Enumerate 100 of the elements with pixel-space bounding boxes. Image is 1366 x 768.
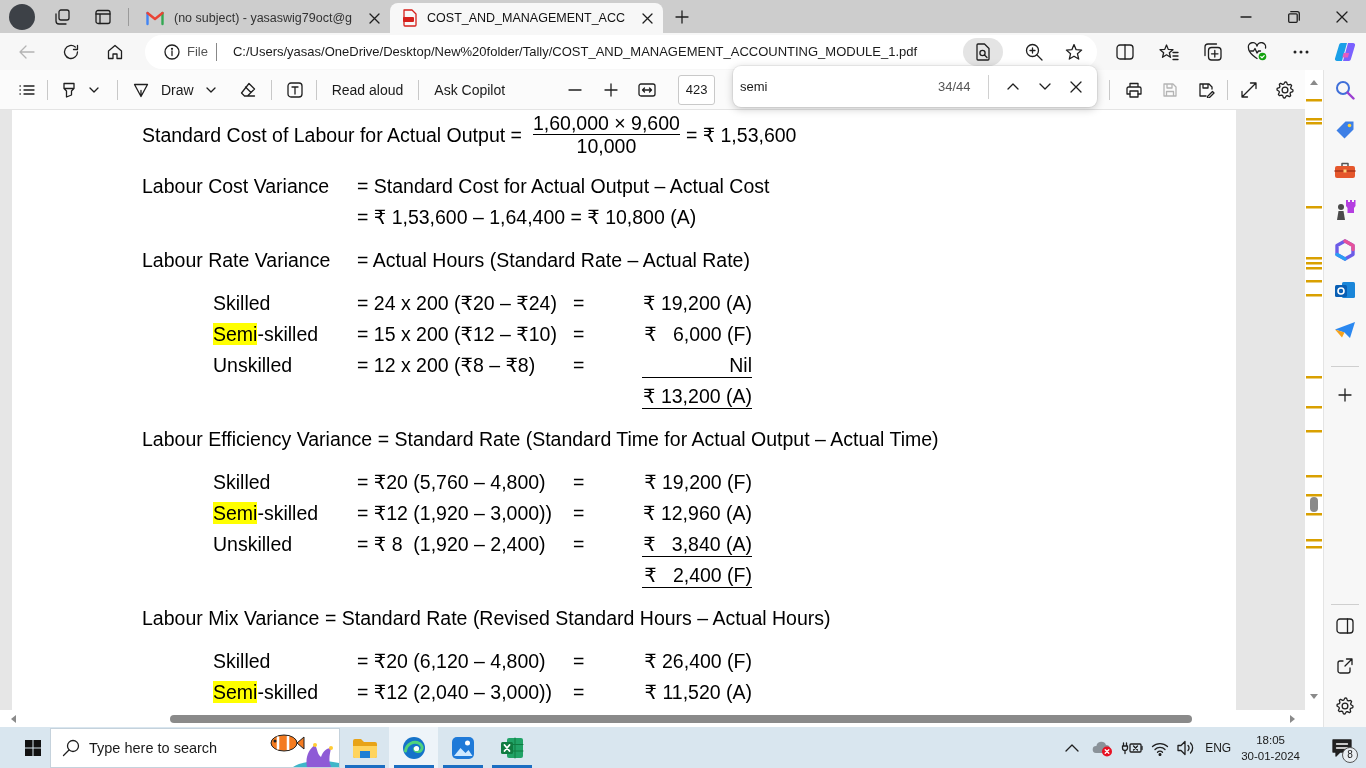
taskbar-app-button[interactable]: [389, 727, 438, 768]
print-icon[interactable]: [1125, 81, 1143, 98]
settings-icon[interactable]: [1336, 697, 1354, 715]
row-formula: = 24 x 200 (₹20 – ₹24): [357, 292, 557, 315]
row-label: Unskilled: [213, 354, 293, 377]
battery-plug-icon[interactable]: [1121, 739, 1144, 756]
browser-tab[interactable]: COST_AND_MANAGEMENT_ACC: [390, 3, 663, 33]
formula-result: = ₹ 1,53,600: [685, 123, 797, 146]
toolbox-icon[interactable]: [1334, 161, 1356, 179]
collections-icon[interactable]: [1204, 42, 1222, 61]
favorites-icon[interactable]: [1159, 42, 1179, 61]
browser-tab[interactable]: (no subject) - yasaswig79oct@g: [133, 3, 391, 33]
row-formula: = ₹20 (5,760 – 4,800): [357, 471, 546, 494]
avatar[interactable]: [9, 3, 35, 30]
chevron-down-icon[interactable]: [89, 86, 99, 93]
minimize-icon[interactable]: [1240, 15, 1252, 18]
chevron-up-icon[interactable]: [1006, 83, 1019, 90]
vertical-scrollbar[interactable]: [1305, 70, 1323, 727]
row-label: Semi-skilled: [213, 681, 319, 704]
start-icon[interactable]: [25, 739, 41, 756]
chevron-down-icon[interactable]: [1038, 83, 1051, 90]
folder-icon: [351, 736, 378, 759]
split-screen-icon[interactable]: [1116, 43, 1134, 60]
chevron-up-icon[interactable]: [1065, 743, 1080, 752]
total-amount: ₹ 2,400 (F): [642, 563, 752, 588]
match-marker: [1306, 430, 1322, 433]
pen-nib-icon: [133, 81, 149, 98]
expand-icon[interactable]: [1241, 81, 1257, 98]
scroll-up-arrow-icon[interactable]: [1310, 80, 1318, 85]
plus-icon[interactable]: [604, 82, 619, 97]
star-icon[interactable]: [1065, 42, 1083, 61]
eraser-icon[interactable]: [239, 81, 256, 98]
equals-sign: =: [573, 502, 585, 525]
speaker-icon[interactable]: [1177, 739, 1196, 756]
refresh-icon[interactable]: [63, 43, 79, 60]
new-tab-plus-icon[interactable]: [675, 9, 689, 24]
hexagon-logo-icon[interactable]: [1334, 239, 1356, 261]
document-icon: [402, 9, 419, 27]
scroll-down-arrow-icon[interactable]: [1310, 694, 1318, 699]
formula-label: Standard Cost of Labour for Actual Output =: [142, 123, 522, 146]
chess-pieces-icon[interactable]: [1334, 199, 1356, 221]
list-icon[interactable]: [19, 83, 35, 96]
document-search-button[interactable]: [963, 37, 1003, 66]
heart-pulse-icon[interactable]: [1247, 42, 1267, 61]
tag-icon[interactable]: [1335, 120, 1355, 140]
close-icon[interactable]: [369, 12, 381, 24]
language-indicator[interactable]: ENG: [1205, 740, 1232, 755]
external-link-icon[interactable]: [1337, 658, 1353, 674]
stacked-squares-icon[interactable]: [54, 8, 70, 25]
save-as-icon[interactable]: [1198, 81, 1215, 98]
variance-label: Labour Rate Variance: [142, 249, 331, 272]
row-label: Semi-skilled: [213, 323, 319, 346]
row-formula: = 15 x 200 (₹12 – ₹10): [357, 323, 557, 346]
plus-icon[interactable]: [1338, 388, 1352, 402]
zoom-in-icon[interactable]: [1025, 42, 1043, 61]
amount: Nil: [642, 353, 752, 378]
fit-width-icon[interactable]: [638, 82, 657, 97]
scrollbar-thumb[interactable]: [170, 714, 1192, 723]
info-icon[interactable]: [164, 43, 180, 60]
amount: ₹ 19,200 (F): [643, 471, 752, 494]
page-number-field[interactable]: 423: [678, 74, 716, 105]
address-bar[interactable]: File C:/Users/yasas/OneDrive/Desktop/New%20folder/Tally/COST_AND_MANAGEMENT_ACCOUNTING_MODULE_1.pdf: [145, 34, 1097, 69]
find-field[interactable]: semi: [740, 72, 930, 101]
text-box-icon[interactable]: [286, 81, 303, 98]
highlighter-icon[interactable]: [61, 81, 77, 98]
search-field[interactable]: Type here to search: [50, 727, 340, 768]
close-icon[interactable]: [642, 12, 653, 24]
url-text[interactable]: C:/Users/yasas/OneDrive/Desktop/New%20folder/Tally/COST_AND_MANAGEMENT_ACCOUNTING_MODULE_1.pdf: [232, 44, 918, 59]
window-icon[interactable]: [95, 8, 111, 25]
close-icon[interactable]: [1336, 10, 1348, 23]
clock-time[interactable]: 18:05: [1256, 731, 1285, 748]
restore-icon[interactable]: [1288, 10, 1300, 23]
settings-icon[interactable]: [1276, 80, 1294, 99]
amount: ₹ 26,400 (F): [643, 650, 752, 673]
sidebar-panel-icon[interactable]: [1336, 618, 1354, 634]
draw-button[interactable]: Draw: [126, 74, 223, 105]
close-icon[interactable]: [1069, 80, 1082, 93]
clock-date[interactable]: 30-01-2024: [1241, 747, 1300, 764]
letter-m-icon: [145, 10, 165, 26]
paper-plane-icon[interactable]: [1334, 321, 1356, 339]
scheme-label: File: [187, 44, 208, 59]
equals-sign: =: [573, 354, 585, 377]
ask-copilot-button[interactable]: Ask Copilot: [427, 74, 513, 105]
scroll-left-arrow-icon[interactable]: [11, 714, 16, 723]
mail-app-icon[interactable]: [1334, 280, 1356, 300]
scrollbar-thumb[interactable]: [1310, 497, 1318, 512]
equals-sign: =: [573, 533, 585, 556]
more-icon[interactable]: [1293, 49, 1309, 54]
home-icon[interactable]: [107, 43, 123, 60]
read-aloud-button[interactable]: Read aloud: [324, 74, 411, 105]
minus-icon[interactable]: [568, 88, 583, 91]
scroll-right-arrow-icon[interactable]: [1290, 714, 1295, 723]
match-marker: [1306, 539, 1322, 542]
amount: ₹ 11,520 (A): [643, 681, 752, 704]
amount: ₹ 3,840 (A): [642, 532, 752, 557]
match-marker: [1306, 406, 1322, 409]
search-icon[interactable]: [1335, 80, 1355, 100]
equals-sign: =: [573, 292, 585, 315]
match-marker: [1306, 513, 1322, 516]
match-marker: [1306, 475, 1322, 478]
